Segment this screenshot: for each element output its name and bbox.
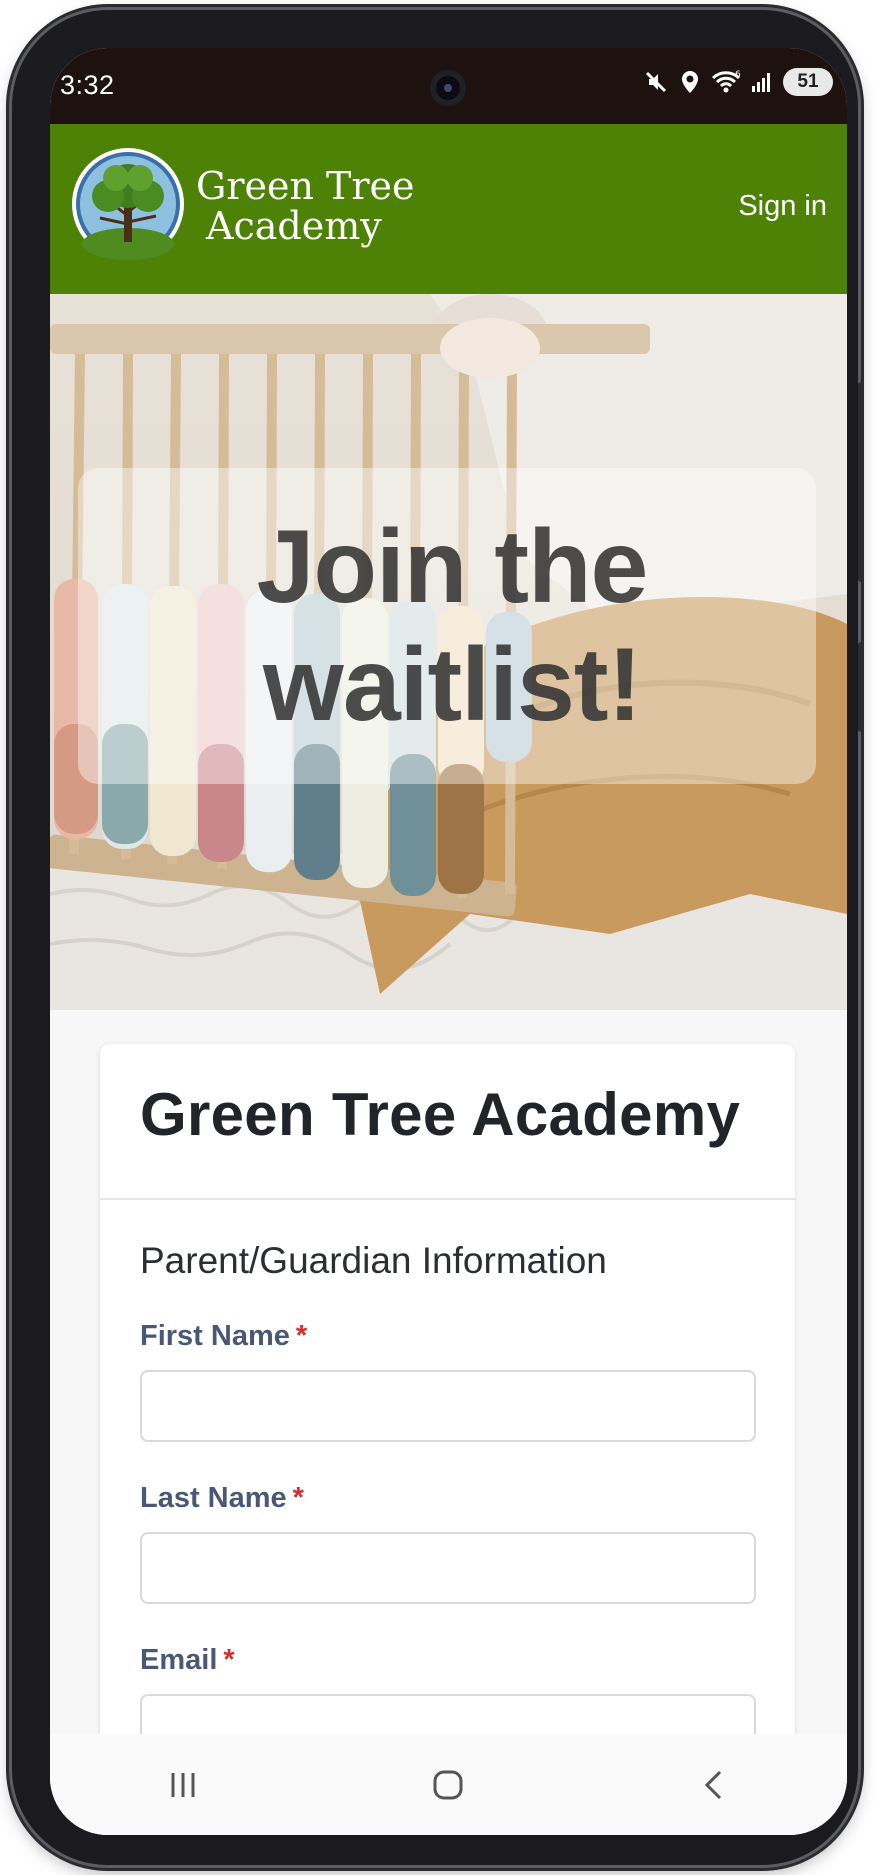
phone-frame: 3:32 6 51 Green Tree Academy Sign in Joi…	[12, 10, 864, 1865]
hero-title: Join the waitlist!	[256, 509, 649, 743]
last-name-label: Last Name *	[140, 1482, 304, 1515]
brand-name[interactable]: Green Tree Academy	[196, 166, 415, 246]
sign-in-link[interactable]: Sign in	[738, 190, 827, 223]
recent-apps-button[interactable]	[143, 1755, 223, 1815]
location-icon	[682, 71, 698, 93]
mute-icon	[645, 71, 667, 93]
home-icon	[433, 1770, 463, 1799]
svg-text:6: 6	[735, 70, 741, 80]
recent-apps-icon	[171, 1772, 195, 1797]
required-marker: *	[292, 1482, 304, 1514]
signal-icon	[752, 73, 770, 92]
email-label-text: Email	[140, 1644, 218, 1676]
first-name-label: First Name *	[140, 1320, 307, 1353]
system-nav-bar	[50, 1734, 847, 1835]
required-marker: *	[295, 1320, 308, 1352]
battery-indicator: 51	[783, 68, 833, 96]
front-camera	[430, 70, 466, 106]
back-icon	[705, 1770, 722, 1799]
back-button[interactable]	[674, 1755, 754, 1815]
last-name-input[interactable]	[140, 1532, 756, 1604]
card-divider	[100, 1198, 795, 1200]
status-bar: 3:32 6 51	[50, 48, 847, 124]
first-name-input[interactable]	[140, 1370, 756, 1442]
first-name-label-text: First Name	[140, 1320, 290, 1352]
home-button[interactable]	[408, 1755, 488, 1815]
tree-logo-icon[interactable]	[70, 146, 186, 262]
wifi-icon: 6	[711, 70, 741, 93]
section-title: Parent/Guardian Information	[140, 1240, 607, 1281]
screen: 3:32 6 51 Green Tree Academy Sign in Joi…	[50, 48, 847, 1835]
brand-line-2: Academy	[206, 204, 382, 248]
status-icons: 6 51	[643, 64, 833, 100]
form-title: Green Tree Academy	[140, 1081, 741, 1148]
waitlist-form-card: Green Tree Academy Parent/Guardian Infor…	[100, 1044, 795, 1804]
site-header: Green Tree Academy Sign in	[50, 124, 847, 294]
required-marker: *	[223, 1644, 235, 1676]
email-label: Email *	[140, 1644, 235, 1677]
hero-overlay: Join the waitlist!	[78, 468, 816, 784]
status-time: 3:32	[60, 70, 115, 100]
volume-button	[858, 382, 864, 582]
power-button	[858, 642, 864, 732]
last-name-label-text: Last Name	[140, 1482, 287, 1514]
brand-line-1: Green Tree	[196, 164, 415, 208]
hero-banner: Join the waitlist!	[50, 294, 847, 1010]
